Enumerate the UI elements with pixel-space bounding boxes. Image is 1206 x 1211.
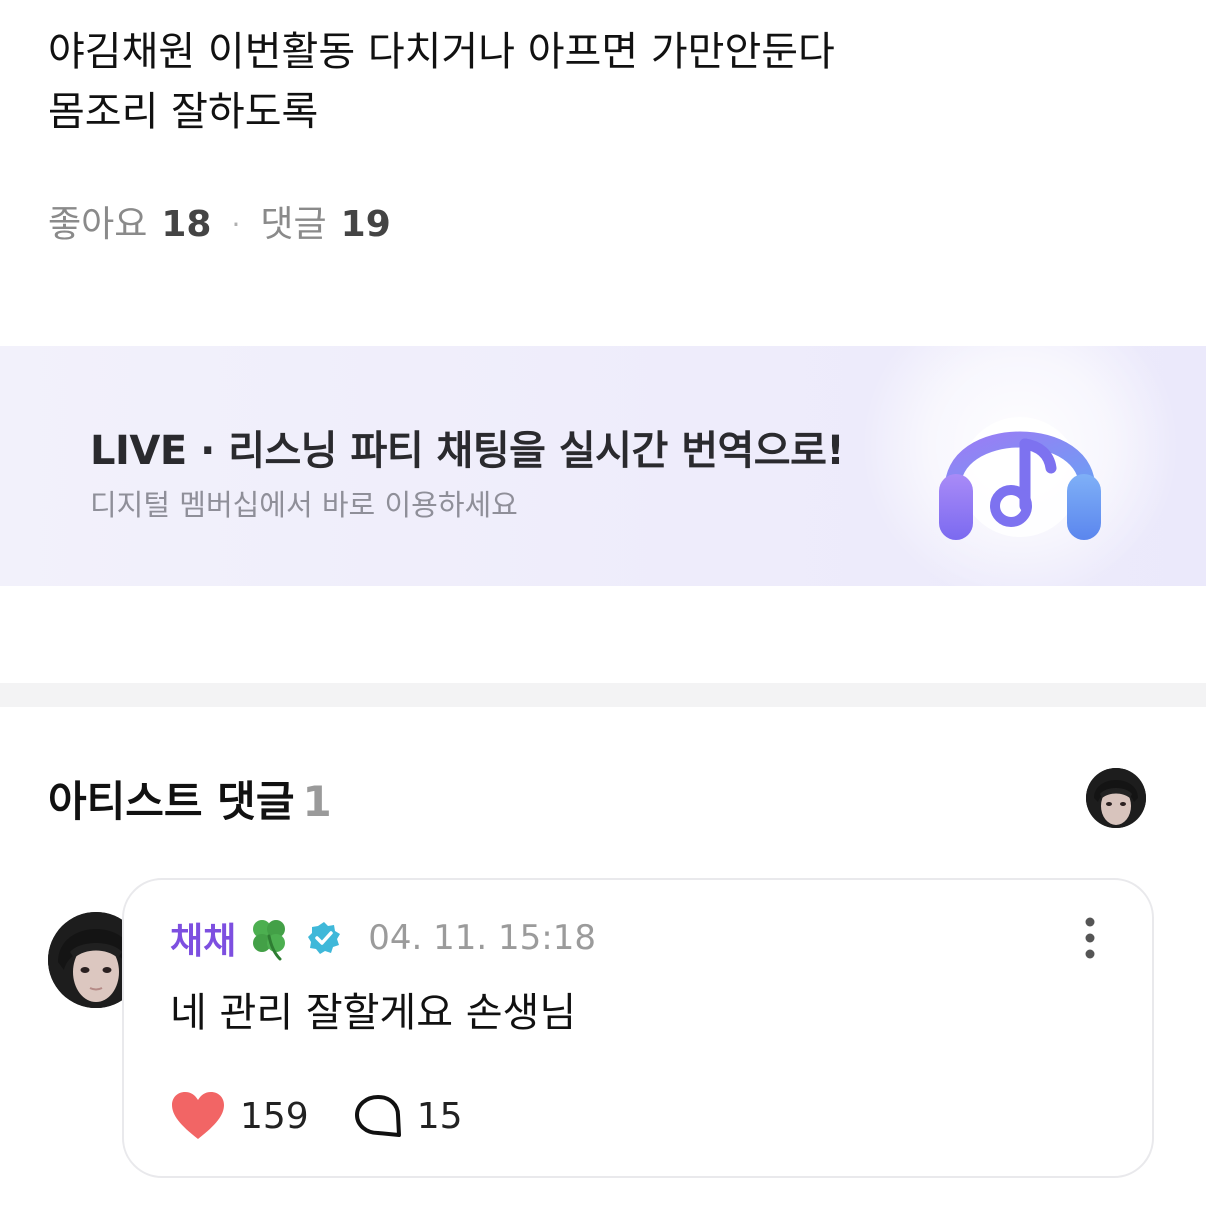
- comment-timestamp: 04. 11. 15:18: [368, 918, 596, 958]
- comment-author-name[interactable]: 채채: [170, 912, 236, 964]
- likes-label[interactable]: 좋아요: [48, 200, 147, 250]
- like-count: 159: [240, 1095, 309, 1137]
- artist-comments-count: 1: [302, 777, 332, 826]
- comments-label[interactable]: 댓글: [260, 200, 326, 250]
- artist-avatar[interactable]: [1086, 768, 1146, 828]
- comment-actions: 159 15: [170, 1088, 463, 1144]
- headphones-music-note-icon: [939, 417, 1101, 540]
- comments-count[interactable]: 19: [341, 200, 391, 250]
- post-body: 야김채원 이번활동 다치거나 아프면 가만안둔다 몸조리 잘하도록: [48, 22, 1168, 142]
- speech-bubble-icon: [354, 1095, 401, 1137]
- likes-count[interactable]: 18: [161, 200, 211, 250]
- banner-title: LIVE · 리스닝 파티 채팅을 실시간 번역으로!: [90, 428, 845, 474]
- heart-icon: [172, 1092, 224, 1139]
- post-stats: 좋아요 18 · 댓글 19: [48, 200, 391, 250]
- comment-author-row: 채채 04. 11. 15:18: [170, 910, 596, 966]
- membership-banner[interactable]: LIVE · 리스닝 파티 채팅을 실시간 번역으로! 디지털 멤버십에서 바로…: [0, 346, 1206, 586]
- verified-badge-icon: [308, 922, 341, 954]
- like-button[interactable]: 159: [170, 1091, 309, 1141]
- four-leaf-clover-icon: [253, 920, 286, 961]
- stats-separator: ·: [231, 208, 241, 241]
- reply-button[interactable]: 15: [353, 1093, 463, 1139]
- comment-card: 채채 04. 11. 15:18 네 관리 잘할게요 손생님 159 15: [122, 878, 1154, 1178]
- post-text-line-2: 몸조리 잘하도록: [48, 89, 319, 135]
- section-divider: [0, 683, 1206, 707]
- comment-text: 네 관리 잘할게요 손생님: [170, 990, 577, 1036]
- more-options-icon[interactable]: [1080, 916, 1100, 960]
- artist-comments-label: 아티스트 댓글: [48, 777, 295, 826]
- reply-count: 15: [416, 1095, 463, 1137]
- banner-subtitle: 디지털 멤버십에서 바로 이용하세요: [90, 488, 518, 522]
- artist-comments-title: 아티스트 댓글 1: [48, 768, 332, 829]
- post-text-line-1: 야김채원 이번활동 다치거나 아프면 가만안둔다: [48, 29, 835, 75]
- avatar-photo: [1086, 768, 1146, 828]
